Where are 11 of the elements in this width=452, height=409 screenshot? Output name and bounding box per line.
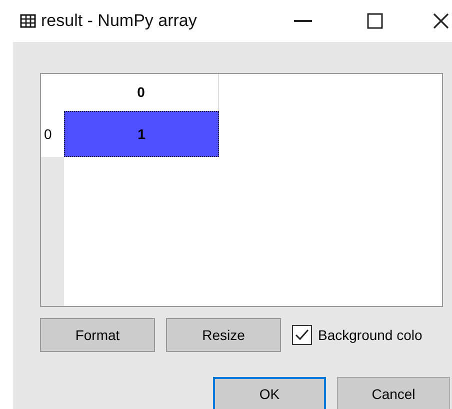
table-icon (20, 14, 36, 28)
close-icon[interactable] (433, 13, 449, 29)
maximize-icon[interactable] (367, 13, 383, 29)
table-cell[interactable]: 1 (64, 111, 219, 157)
toolbar-button[interactable]: Resize (166, 318, 281, 352)
toolbar-button[interactable]: Format (40, 318, 155, 352)
dialog-button[interactable]: Cancel (337, 377, 450, 409)
background-color-checkbox[interactable]: Background colo (292, 324, 422, 346)
window-title: result - NumPy array (41, 10, 197, 32)
dialog-button[interactable]: OK (213, 377, 326, 409)
checkmark-icon (295, 329, 309, 341)
